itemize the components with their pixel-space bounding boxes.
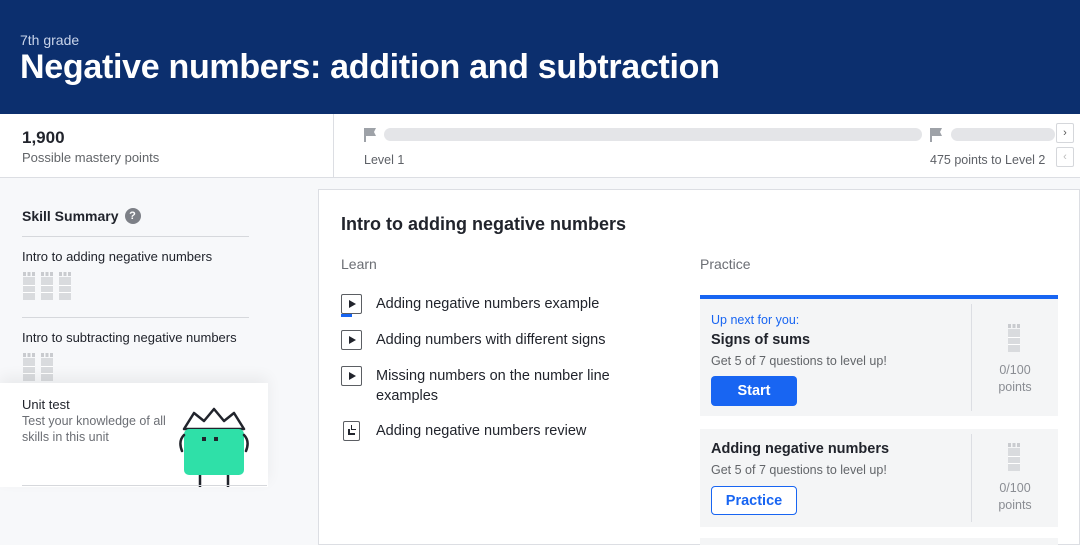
practice-button[interactable]: Practice — [711, 486, 797, 515]
level-2-label: 475 points to Level 2 — [930, 153, 1046, 167]
mastery-tower-icon — [59, 272, 71, 300]
learn-item[interactable]: Adding negative numbers review — [341, 421, 636, 441]
unit-test-mascot-icon — [179, 407, 249, 487]
level-1-flag-icon — [364, 128, 376, 142]
learn-item[interactable]: Adding negative numbers example — [341, 294, 636, 317]
skill-summary-sidebar: Skill Summary ? Intro to adding negative… — [0, 178, 318, 545]
chevron-right-icon[interactable]: › — [1056, 123, 1074, 143]
grade-breadcrumb[interactable]: 7th grade — [20, 32, 79, 48]
divider — [22, 317, 249, 318]
mastery-tower-icon — [23, 272, 35, 300]
mastery-bar: 1,900 Possible mastery points Level 1 47… — [0, 114, 1080, 178]
practice-card — [700, 538, 1058, 545]
chevron-left-icon[interactable]: ‹ — [1056, 147, 1074, 167]
mastery-tower-icon — [23, 353, 35, 381]
practice-header: Practice — [700, 256, 751, 272]
unit-test-card[interactable]: Unit test Test your knowledge of all ski… — [0, 383, 268, 487]
points-readout: 0/100 points — [972, 362, 1058, 396]
learn-item[interactable]: Adding numbers with different signs — [341, 330, 636, 350]
points-readout: 0/100 points — [972, 480, 1058, 514]
practice-name[interactable]: Adding negative numbers — [711, 441, 889, 457]
mastery-points-box: 1,900 Possible mastery points — [0, 114, 334, 178]
skill-item-subtracting[interactable]: Intro to subtracting negative numbers — [22, 330, 237, 345]
video-icon — [341, 330, 362, 350]
mastery-tower-icon — [1008, 443, 1020, 471]
video-icon — [341, 294, 362, 317]
learn-header: Learn — [341, 256, 377, 272]
divider — [22, 236, 249, 237]
mastery-tower-icon — [1008, 324, 1020, 352]
learn-item-label: Missing numbers on the number line examp… — [376, 368, 610, 404]
learn-item-label: Adding numbers with different signs — [376, 332, 606, 348]
mastery-points-label: Possible mastery points — [22, 150, 160, 165]
unit-test-title: Unit test — [22, 397, 70, 412]
lesson-title: Intro to adding negative numbers — [341, 214, 627, 234]
start-button[interactable]: Start — [711, 376, 797, 406]
skill-item-adding[interactable]: Intro to adding negative numbers — [22, 249, 212, 264]
skill-summary-heading: Skill Summary ? — [22, 208, 141, 224]
learn-item-label: Adding negative numbers example — [376, 296, 600, 312]
divider — [22, 485, 267, 486]
level-2-flag-icon — [930, 128, 942, 142]
skill-summary-title: Skill Summary — [22, 208, 119, 224]
page-title: Negative numbers: addition and subtracti… — [20, 48, 720, 86]
points-unit: points — [998, 498, 1032, 512]
points-value: 0/100 — [999, 481, 1031, 495]
level-1-label: Level 1 — [364, 153, 405, 167]
article-icon — [343, 421, 360, 441]
unit-test-description: Test your knowledge of all skills in thi… — [22, 414, 166, 444]
course-header: 7th grade Negative numbers: addition and… — [0, 0, 1080, 114]
points-unit: points — [998, 380, 1032, 394]
mastery-tower-icon — [41, 272, 53, 300]
learn-item[interactable]: Missing numbers on the number line examp… — [341, 366, 636, 406]
learn-item-label: Adding negative numbers review — [376, 423, 587, 439]
practice-description: Get 5 of 7 questions to level up! — [711, 354, 887, 368]
lesson-panel: Intro to adding negative numbers Learn P… — [318, 189, 1080, 545]
practice-card-up-next: Up next for you: Signs of sums Get 5 of … — [700, 295, 1058, 416]
practice-description: Get 5 of 7 questions to level up! — [711, 463, 887, 477]
mastery-tower-icon — [41, 353, 53, 381]
level-2-progress-bar — [951, 128, 1055, 141]
up-next-label: Up next for you: — [711, 313, 800, 327]
practice-card: Adding negative numbers Get 5 of 7 quest… — [700, 429, 1058, 527]
points-value: 0/100 — [999, 363, 1031, 377]
level-1-progress-bar — [384, 128, 922, 141]
mastery-points-value: 1,900 — [22, 128, 65, 147]
help-icon[interactable]: ? — [124, 208, 141, 224]
practice-name[interactable]: Signs of sums — [711, 332, 810, 348]
video-icon — [341, 366, 362, 386]
